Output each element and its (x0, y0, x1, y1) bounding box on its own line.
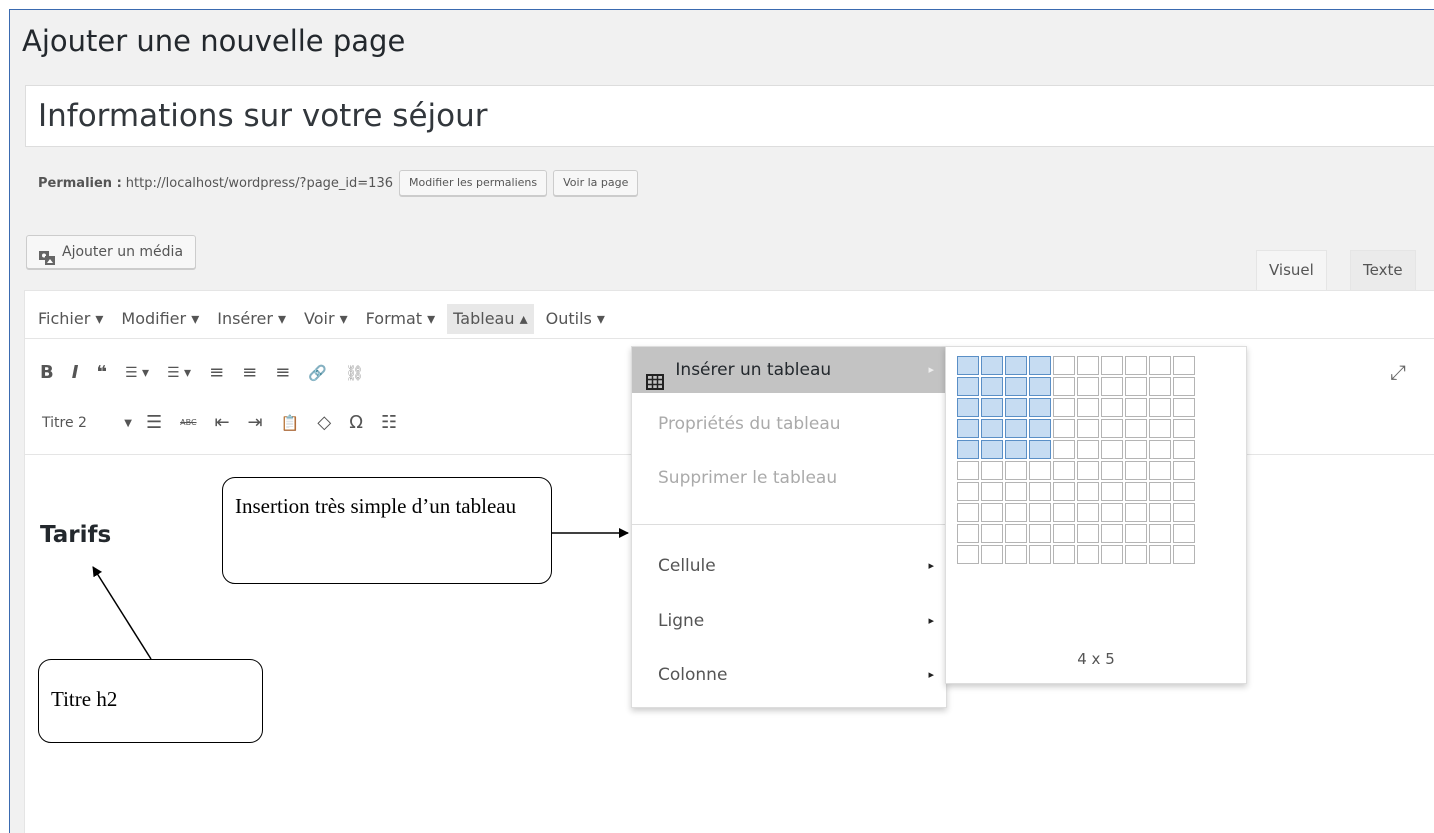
editor-window: Ajouter une nouvelle page Informations s… (9, 9, 1434, 833)
annotation-arrows (92, 528, 629, 660)
arrow-to-heading (92, 566, 152, 660)
